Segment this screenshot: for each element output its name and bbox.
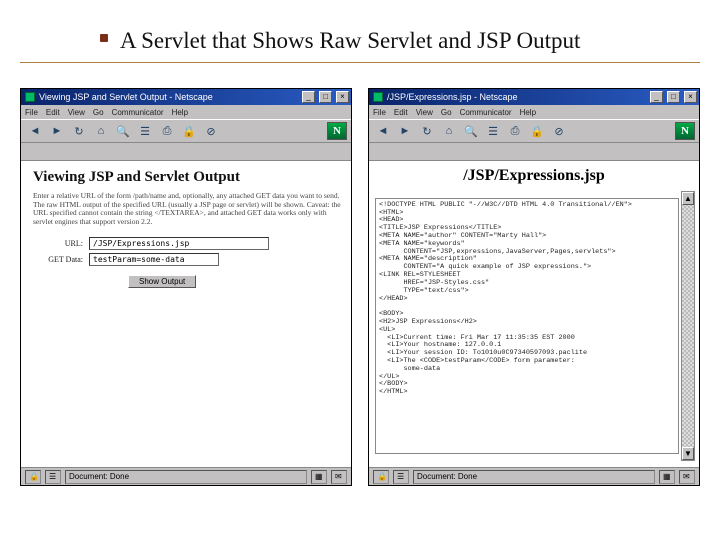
toolbar: ◄ ► ↻ ⌂ 🔍 ☰ ⎙ 🔒 ⊘ N bbox=[369, 119, 699, 143]
toolbar-spacer bbox=[571, 122, 673, 140]
back-button[interactable]: ◄ bbox=[373, 122, 393, 140]
menu-communicator[interactable]: Communicator bbox=[112, 108, 164, 117]
titlebar: /JSP/Expressions.jsp - Netscape _ □ × bbox=[369, 89, 699, 105]
page-description: Enter a relative URL of the form /path/n… bbox=[33, 192, 341, 227]
minimize-button[interactable]: _ bbox=[650, 91, 663, 103]
page-heading: Viewing JSP and Servlet Output bbox=[33, 169, 341, 186]
print-button[interactable]: ⎙ bbox=[157, 122, 177, 140]
security-button[interactable]: 🔒 bbox=[179, 122, 199, 140]
status-icon-lock: 🔒 bbox=[25, 470, 41, 484]
status-icon-progress: ☰ bbox=[393, 470, 409, 484]
menu-file[interactable]: File bbox=[25, 108, 38, 117]
window-title: /JSP/Expressions.jsp - Netscape bbox=[387, 92, 646, 102]
status-mail-icon: ✉ bbox=[679, 470, 695, 484]
menu-go[interactable]: Go bbox=[93, 108, 104, 117]
form-row-getdata: GET Data: bbox=[33, 253, 341, 266]
slide-title: A Servlet that Shows Raw Servlet and JSP… bbox=[120, 28, 580, 54]
url-input[interactable] bbox=[89, 237, 269, 250]
menu-communicator[interactable]: Communicator bbox=[460, 108, 512, 117]
security-button[interactable]: 🔒 bbox=[527, 122, 547, 140]
address-bar bbox=[21, 143, 351, 161]
reload-button[interactable]: ↻ bbox=[69, 122, 89, 140]
netscape-app-icon bbox=[25, 92, 35, 102]
minimize-button[interactable]: _ bbox=[302, 91, 315, 103]
stop-button[interactable]: ⊘ bbox=[201, 122, 221, 140]
menu-edit[interactable]: Edit bbox=[394, 108, 408, 117]
menu-go[interactable]: Go bbox=[441, 108, 452, 117]
toolbar-spacer bbox=[223, 122, 325, 140]
form-row-url: URL: bbox=[33, 237, 341, 250]
status-text: Document: Done bbox=[65, 470, 307, 484]
search-button[interactable]: 🔍 bbox=[113, 122, 133, 140]
html-source-textarea[interactable]: <!DOCTYPE HTML PUBLIC "-//W3C//DTD HTML … bbox=[375, 198, 679, 454]
status-component-icon: ▦ bbox=[659, 470, 675, 484]
forward-button[interactable]: ► bbox=[395, 122, 415, 140]
menu-help[interactable]: Help bbox=[520, 108, 536, 117]
scroll-up-button[interactable]: ▲ bbox=[682, 192, 694, 205]
stop-button[interactable]: ⊘ bbox=[549, 122, 569, 140]
maximize-button[interactable]: □ bbox=[667, 91, 680, 103]
menu-view[interactable]: View bbox=[416, 108, 433, 117]
status-icon-lock: 🔒 bbox=[373, 470, 389, 484]
menubar: File Edit View Go Communicator Help bbox=[21, 105, 351, 119]
dual-browser-screenshots: Viewing JSP and Servlet Output - Netscap… bbox=[20, 88, 700, 486]
browser-window-left: Viewing JSP and Servlet Output - Netscap… bbox=[20, 88, 352, 486]
status-icon-progress: ☰ bbox=[45, 470, 61, 484]
close-button[interactable]: × bbox=[684, 91, 697, 103]
menu-view[interactable]: View bbox=[68, 108, 85, 117]
guide-button[interactable]: ☰ bbox=[135, 122, 155, 140]
status-mail-icon: ✉ bbox=[331, 470, 347, 484]
getdata-input[interactable] bbox=[89, 253, 219, 266]
scroll-down-button[interactable]: ▼ bbox=[682, 447, 694, 460]
netscape-logo-icon: N bbox=[675, 122, 695, 140]
maximize-button[interactable]: □ bbox=[319, 91, 332, 103]
statusbar: 🔒 ☰ Document: Done ▦ ✉ bbox=[21, 467, 351, 485]
home-button[interactable]: ⌂ bbox=[439, 122, 459, 140]
url-label: URL: bbox=[33, 239, 83, 248]
show-output-button[interactable]: Show Output bbox=[128, 275, 196, 288]
menubar: File Edit View Go Communicator Help bbox=[369, 105, 699, 119]
titlebar: Viewing JSP and Servlet Output - Netscap… bbox=[21, 89, 351, 105]
slide-bullet bbox=[100, 34, 108, 42]
window-title: Viewing JSP and Servlet Output - Netscap… bbox=[39, 92, 298, 102]
reload-button[interactable]: ↻ bbox=[417, 122, 437, 140]
browser-window-right: /JSP/Expressions.jsp - Netscape _ □ × Fi… bbox=[368, 88, 700, 486]
vertical-scrollbar[interactable]: ▲ ▼ bbox=[681, 191, 695, 461]
netscape-app-icon bbox=[373, 92, 383, 102]
getdata-label: GET Data: bbox=[33, 255, 83, 264]
page-heading: /JSP/Expressions.jsp bbox=[369, 161, 699, 185]
status-text: Document: Done bbox=[413, 470, 655, 484]
search-button[interactable]: 🔍 bbox=[461, 122, 481, 140]
menu-help[interactable]: Help bbox=[172, 108, 188, 117]
status-component-icon: ▦ bbox=[311, 470, 327, 484]
address-bar bbox=[369, 143, 699, 161]
guide-button[interactable]: ☰ bbox=[483, 122, 503, 140]
title-underline bbox=[20, 62, 700, 63]
page-content: /JSP/Expressions.jsp <!DOCTYPE HTML PUBL… bbox=[369, 161, 699, 467]
statusbar: 🔒 ☰ Document: Done ▦ ✉ bbox=[369, 467, 699, 485]
back-button[interactable]: ◄ bbox=[25, 122, 45, 140]
menu-edit[interactable]: Edit bbox=[46, 108, 60, 117]
print-button[interactable]: ⎙ bbox=[505, 122, 525, 140]
close-button[interactable]: × bbox=[336, 91, 349, 103]
toolbar: ◄ ► ↻ ⌂ 🔍 ☰ ⎙ 🔒 ⊘ N bbox=[21, 119, 351, 143]
netscape-logo-icon: N bbox=[327, 122, 347, 140]
forward-button[interactable]: ► bbox=[47, 122, 67, 140]
home-button[interactable]: ⌂ bbox=[91, 122, 111, 140]
page-content: Viewing JSP and Servlet Output Enter a r… bbox=[21, 161, 351, 467]
menu-file[interactable]: File bbox=[373, 108, 386, 117]
